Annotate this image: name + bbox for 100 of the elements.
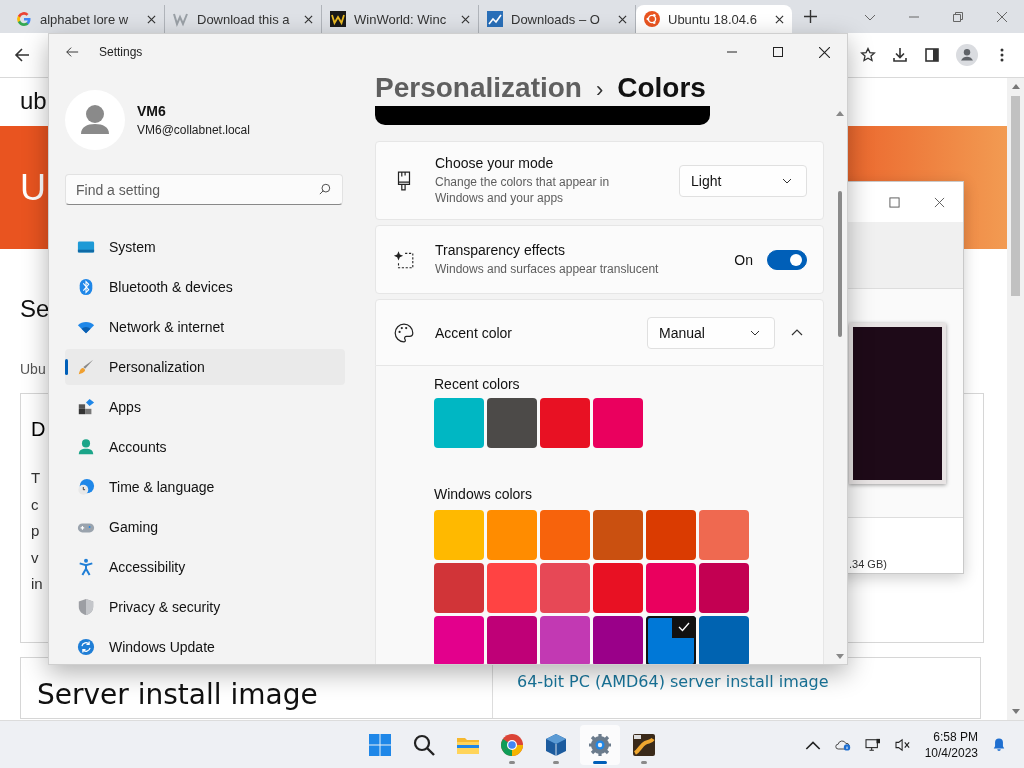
- browser-tab[interactable]: Ubuntu 18.04.6: [636, 5, 792, 33]
- nav-item[interactable]: Personalization: [65, 349, 345, 385]
- nav-item[interactable]: Accessibility: [65, 549, 345, 585]
- side-panel-icon[interactable]: [924, 47, 940, 63]
- scroll-thumb[interactable]: [1011, 96, 1020, 296]
- google-icon: [16, 11, 32, 27]
- nav-item[interactable]: System: [65, 229, 345, 265]
- section-label: Recent colors: [434, 376, 521, 392]
- search-field[interactable]: Find a setting: [65, 174, 343, 205]
- nav-item[interactable]: Privacy & security: [65, 589, 345, 625]
- scroll-down-icon[interactable]: [836, 654, 844, 660]
- network-icon[interactable]: [864, 737, 881, 752]
- color-swatch[interactable]: [593, 563, 643, 613]
- scroll-thumb[interactable]: [838, 191, 842, 337]
- page-subtitle: Ubu: [20, 361, 46, 377]
- card-text: p: [31, 521, 40, 541]
- color-swatch[interactable]: [434, 563, 484, 613]
- toggle-switch[interactable]: [767, 249, 807, 270]
- chevron-down-icon: [750, 329, 760, 336]
- cloud-icon[interactable]: [834, 737, 851, 752]
- close-icon[interactable]: [934, 196, 945, 208]
- avatar-icon[interactable]: [65, 90, 125, 150]
- card-text: in: [31, 574, 43, 594]
- nav-item[interactable]: Accounts: [65, 429, 345, 465]
- time-icon: [77, 478, 95, 496]
- settings-taskbar-button[interactable]: [580, 724, 621, 765]
- color-swatch[interactable]: [540, 510, 590, 560]
- user-email: VM6@collabnet.local: [137, 123, 250, 137]
- color-swatch[interactable]: [699, 563, 749, 613]
- setting-title: Accent color: [435, 324, 514, 341]
- nav-item[interactable]: Apps: [65, 389, 345, 425]
- color-swatch[interactable]: [540, 398, 590, 448]
- card-title: Server install image: [37, 678, 318, 711]
- setting-description: Windows and surfaces appear translucent: [435, 261, 660, 277]
- download-link[interactable]: 64-bit PC (AMD64) server install image: [517, 672, 829, 691]
- window-title: Settings: [99, 45, 143, 59]
- clock[interactable]: 6:58 PM 10/4/2023: [924, 728, 978, 761]
- settings-icon: [588, 732, 613, 757]
- color-swatch[interactable]: [540, 616, 590, 664]
- nav-item[interactable]: Time & language: [65, 469, 345, 505]
- accessibility-icon: [77, 558, 95, 576]
- color-swatch[interactable]: [593, 616, 643, 664]
- section-label: Windows colors: [434, 486, 534, 502]
- nav-item[interactable]: Gaming: [65, 509, 345, 545]
- card-text: T: [31, 468, 41, 488]
- maximize-icon[interactable]: [889, 196, 900, 208]
- color-swatch[interactable]: [434, 398, 484, 448]
- scrollbar[interactable]: [1007, 78, 1024, 720]
- nav-item[interactable]: Bluetooth & devices: [65, 269, 345, 305]
- color-swatch[interactable]: [487, 563, 537, 613]
- new-tab-icon[interactable]: [804, 10, 817, 23]
- muted-speaker-icon[interactable]: [894, 737, 911, 752]
- setting-description: Change the colors that appear in Windows and your apps: [435, 174, 611, 206]
- color-swatch[interactable]: [487, 616, 537, 664]
- scroll-up-icon[interactable]: [836, 110, 844, 116]
- download-icon[interactable]: [892, 47, 908, 63]
- user-name: VM6: [137, 103, 167, 119]
- search-icon[interactable]: [319, 183, 331, 195]
- accounts-icon: [77, 438, 95, 456]
- back-arrow-icon[interactable]: [14, 47, 30, 63]
- size-label: .34 GB): [849, 558, 887, 570]
- accent-dropdown[interactable]: Manual: [647, 316, 775, 349]
- color-swatch[interactable]: [487, 398, 537, 448]
- restore-icon[interactable]: [952, 10, 964, 23]
- chrome-icon: [500, 732, 525, 757]
- toggle-state: On: [734, 251, 753, 268]
- virtualbox-icon: [544, 732, 569, 757]
- site-logo[interactable]: ub: [20, 78, 47, 126]
- color-swatch[interactable]: [434, 616, 484, 664]
- color-swatch[interactable]: [699, 510, 749, 560]
- nav-item[interactable]: Network & internet: [65, 309, 345, 345]
- color-swatch[interactable]: [646, 510, 696, 560]
- star-icon[interactable]: [860, 47, 876, 63]
- close-icon[interactable]: [147, 14, 156, 24]
- profile-icon[interactable]: [956, 44, 978, 66]
- color-swatch[interactable]: [434, 510, 484, 560]
- brush-icon: [77, 358, 95, 376]
- breadcrumb-link[interactable]: Personalization: [375, 72, 582, 104]
- color-swatch[interactable]: [646, 616, 696, 664]
- close-icon[interactable]: [304, 14, 313, 24]
- card-title: D: [31, 418, 46, 441]
- close-icon[interactable]: [461, 14, 470, 24]
- color-swatch[interactable]: [593, 398, 643, 448]
- letter-w-icon: [173, 11, 189, 27]
- nav-item[interactable]: Windows Update: [65, 629, 345, 664]
- ubuntu-icon: [644, 11, 660, 27]
- card-text: v: [31, 547, 39, 568]
- color-swatch[interactable]: [487, 510, 537, 560]
- page-heading: Se: [20, 295, 50, 323]
- mode-dropdown[interactable]: Light: [679, 164, 807, 197]
- scroll-down-icon[interactable]: [1011, 709, 1020, 715]
- scroll-up-icon[interactable]: [1011, 83, 1020, 89]
- color-swatch[interactable]: [699, 616, 749, 664]
- color-swatch[interactable]: [593, 510, 643, 560]
- close-icon[interactable]: [618, 14, 627, 24]
- color-swatch[interactable]: [646, 563, 696, 613]
- color-swatch[interactable]: [540, 563, 590, 613]
- bell-icon[interactable]: [992, 737, 1006, 752]
- close-icon[interactable]: [775, 14, 784, 24]
- palette-icon: [393, 321, 415, 344]
